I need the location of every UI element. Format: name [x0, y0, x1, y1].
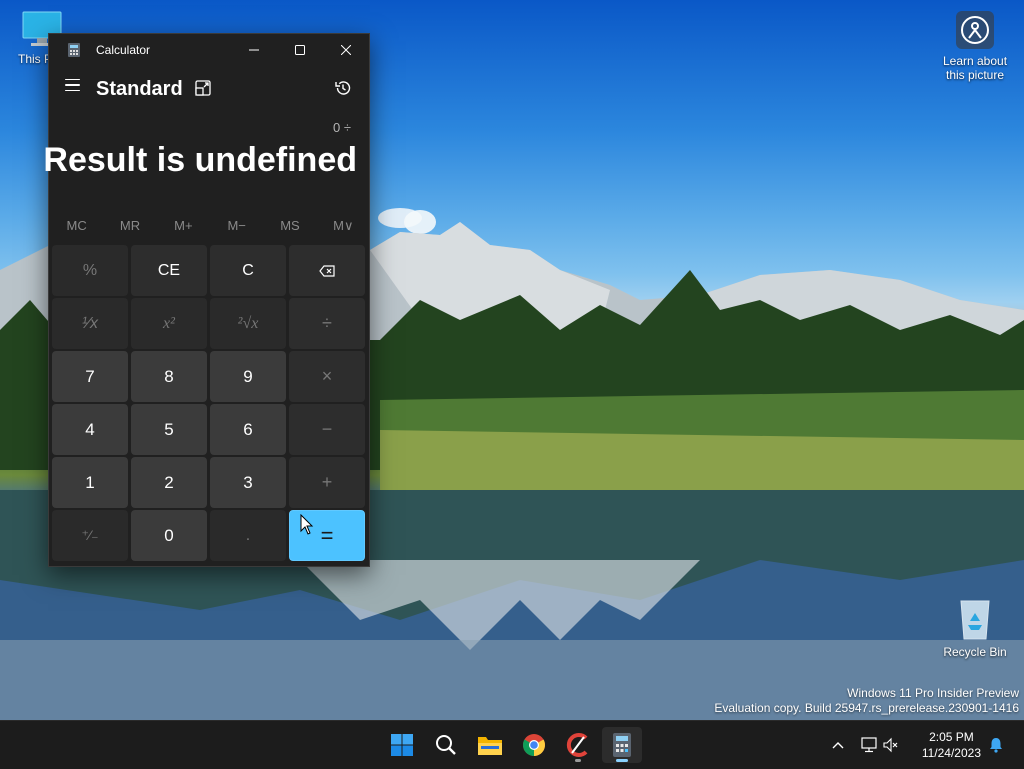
window-title: Calculator — [96, 43, 151, 57]
history-button[interactable] — [334, 79, 352, 97]
watermark-build: Evaluation copy. Build 25947.rs_prerelea… — [714, 701, 1019, 715]
taskbar-file-explorer-button[interactable] — [470, 727, 510, 763]
taskbar-ccleaner-button[interactable] — [558, 727, 598, 763]
digit-8-button[interactable]: 8 — [131, 351, 207, 402]
chrome-icon — [523, 734, 545, 756]
search-icon — [436, 735, 456, 755]
maximize-button[interactable] — [277, 34, 323, 66]
desktop-icon-label-line2: this picture — [945, 68, 1005, 82]
navigation-menu-button[interactable] — [61, 74, 83, 96]
keep-on-top-button[interactable] — [195, 80, 211, 96]
calculator-app-icon — [68, 43, 80, 57]
taskbar-search-button[interactable] — [426, 727, 466, 763]
digit-3-button[interactable]: 3 — [210, 457, 286, 508]
network-icon — [861, 737, 877, 753]
title-bar[interactable]: Calculator — [49, 34, 369, 66]
digit-9-button[interactable]: 9 — [210, 351, 286, 402]
system-clock[interactable]: 2:05 PM 11/24/2023 — [922, 729, 981, 761]
chevron-up-icon — [832, 742, 844, 749]
clear-entry-button[interactable]: CE — [131, 245, 207, 296]
learn-about-picture-icon — [956, 11, 994, 49]
windows-logo-icon — [391, 734, 413, 756]
volume-muted-icon — [883, 737, 898, 753]
square-root-button[interactable]: ²√x — [210, 298, 286, 349]
digit-7-button[interactable]: 7 — [52, 351, 128, 402]
calculator-window: Calculator Standard 0 ÷ Result is undefi… — [43, 33, 370, 567]
close-icon — [341, 45, 351, 55]
desktop-icon-recycle-bin[interactable]: Recycle Bin — [937, 597, 1013, 659]
backspace-button[interactable] — [289, 245, 365, 296]
result-display: Result is undefined — [43, 141, 357, 179]
digit-1-button[interactable]: 1 — [52, 457, 128, 508]
divide-button[interactable]: ÷ — [289, 298, 365, 349]
add-button[interactable]: + — [289, 457, 365, 508]
windows-watermark: Windows 11 Pro Insider Preview Evaluatio… — [714, 686, 1019, 716]
subtract-button[interactable]: − — [289, 404, 365, 455]
memory-recall-button[interactable]: MR — [104, 218, 155, 238]
expression-display: 0 ÷ — [333, 120, 351, 135]
memory-add-button[interactable]: M+ — [158, 218, 209, 238]
multiply-button[interactable]: × — [289, 351, 365, 402]
clock-date: 11/24/2023 — [921, 746, 981, 760]
bell-icon — [990, 738, 1002, 753]
notifications-button[interactable] — [984, 721, 1008, 769]
show-hidden-icons-button[interactable] — [826, 721, 850, 769]
digit-2-button[interactable]: 2 — [131, 457, 207, 508]
digit-6-button[interactable]: 6 — [210, 404, 286, 455]
backspace-icon — [319, 264, 335, 277]
maximize-icon — [295, 45, 305, 55]
taskbar-calculator-button[interactable] — [602, 727, 642, 763]
recycle-bin-icon — [960, 600, 990, 640]
desktop-icon-label-line1: Learn about — [942, 54, 1008, 68]
watermark-edition: Windows 11 Pro Insider Preview — [847, 686, 1019, 700]
taskbar: 2:05 PM 11/24/2023 — [0, 720, 1024, 769]
percent-button[interactable]: % — [52, 245, 128, 296]
memory-subtract-button[interactable]: M− — [211, 218, 262, 238]
running-indicator — [575, 759, 581, 762]
minimize-button[interactable] — [231, 34, 277, 66]
clock-time: 2:05 PM — [929, 730, 974, 744]
calculator-mode-title: Standard — [96, 78, 183, 100]
ccleaner-icon — [566, 733, 588, 757]
clear-button[interactable]: C — [210, 245, 286, 296]
minimize-icon — [249, 49, 259, 51]
active-indicator — [616, 759, 628, 762]
calculator-header: Standard — [49, 66, 369, 112]
close-button[interactable] — [323, 34, 369, 66]
digit-4-button[interactable]: 4 — [52, 404, 128, 455]
memory-store-button[interactable]: MS — [264, 218, 315, 238]
digit-0-button[interactable]: 0 — [131, 510, 207, 561]
taskbar-start-button[interactable] — [382, 727, 422, 763]
reciprocal-button[interactable]: ¹⁄x — [52, 298, 128, 349]
negate-button[interactable]: ⁺⁄₋ — [52, 510, 128, 561]
folder-icon — [478, 737, 502, 755]
network-volume-tray[interactable] — [858, 721, 902, 769]
taskbar-chrome-button[interactable] — [514, 727, 554, 763]
decimal-button[interactable]: . — [210, 510, 286, 561]
square-button[interactable]: x² — [131, 298, 207, 349]
desktop-icon-label: Recycle Bin — [943, 645, 1007, 659]
desktop-icon-learn-about-picture[interactable]: Learn about this picture — [937, 10, 1013, 82]
hamburger-icon — [64, 78, 80, 81]
mouse-cursor-icon — [300, 514, 314, 535]
calculator-icon — [613, 733, 631, 757]
memory-list-button[interactable]: M∨ — [318, 218, 369, 238]
memory-clear-button[interactable]: MC — [51, 218, 102, 238]
digit-5-button[interactable]: 5 — [131, 404, 207, 455]
memory-bar: MC MR M+ M− MS M∨ — [49, 218, 369, 238]
